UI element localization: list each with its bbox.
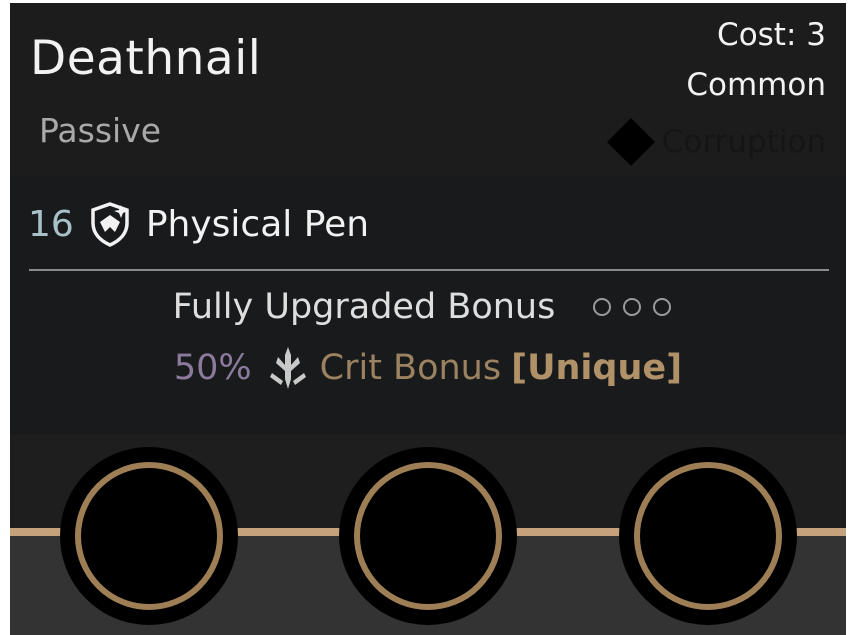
upgrade-pip bbox=[653, 298, 672, 316]
upgrade-socket[interactable] bbox=[619, 447, 797, 625]
bonus-value: 50% bbox=[173, 348, 252, 388]
card-header: Deathnail Passive Cost: 3 Common Corrupt… bbox=[10, 3, 846, 175]
upgrade-bonus-line: 50% Crit Bonus [Unique] bbox=[10, 345, 846, 391]
shield-spark-icon bbox=[91, 202, 129, 247]
bonus-tag: [Unique] bbox=[511, 348, 683, 388]
socket-ring bbox=[634, 462, 782, 610]
card-rarity: Common bbox=[686, 67, 826, 103]
stat-label: Physical Pen bbox=[145, 203, 370, 245]
socket-ring bbox=[354, 462, 502, 610]
upgrade-bonus-title: Fully Upgraded Bonus bbox=[172, 287, 556, 327]
socket-area bbox=[10, 435, 846, 635]
upgrade-bonus-heading: Fully Upgraded Bonus bbox=[10, 287, 846, 327]
card-tooltip: Deathnail Passive Cost: 3 Common Corrupt… bbox=[10, 3, 846, 635]
card-cost: Cost: 3 bbox=[717, 17, 826, 53]
upgrade-pip bbox=[593, 298, 612, 316]
card-faction: Corruption bbox=[606, 117, 826, 167]
upgrade-socket[interactable] bbox=[339, 447, 517, 625]
bonus-stat: Crit Bonus bbox=[319, 348, 502, 388]
upgrade-socket[interactable] bbox=[60, 447, 238, 625]
crit-dagger-icon bbox=[269, 347, 306, 389]
stat-row: 16 Physical Pen bbox=[28, 199, 369, 249]
socket-ring bbox=[75, 462, 223, 610]
card-type: Passive bbox=[39, 111, 162, 150]
upgrade-pip bbox=[623, 298, 642, 316]
diamond-faction-icon bbox=[606, 117, 655, 167]
faction-label: Corruption bbox=[661, 124, 826, 160]
card-title: Deathnail bbox=[30, 31, 262, 86]
divider bbox=[29, 269, 829, 271]
stat-value: 16 bbox=[28, 203, 74, 245]
